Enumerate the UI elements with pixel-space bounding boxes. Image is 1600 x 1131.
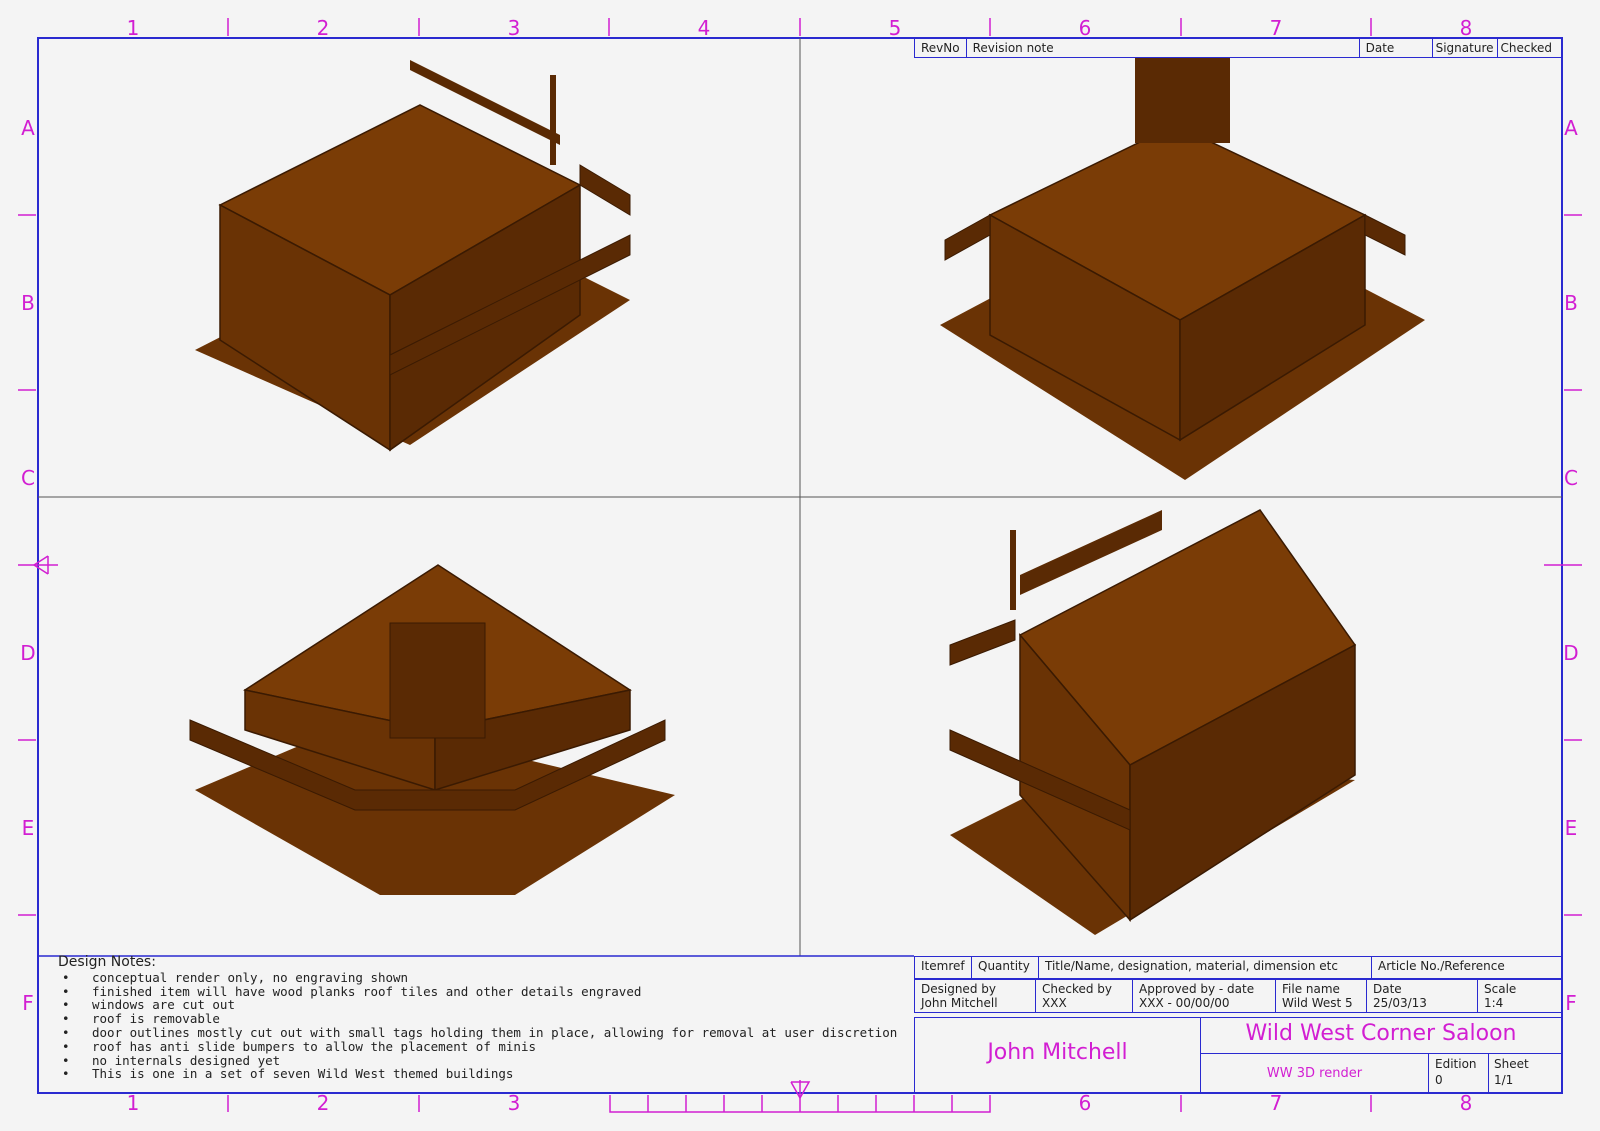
revision-table: RevNo Revision note Date Signature Check…	[914, 38, 1562, 58]
file-name-value: Wild West 5	[1282, 996, 1353, 1010]
zone-row-d-right: D	[1563, 641, 1579, 665]
zone-row-a-right: A	[1564, 116, 1578, 140]
zone-col-1-bottom: 1	[126, 1091, 140, 1115]
designed-by-value: John Mitchell	[921, 996, 998, 1010]
design-notes-heading: Design Notes:	[58, 954, 156, 970]
zone-row-f-right: F	[1565, 991, 1577, 1015]
author-name: John Mitchell	[987, 1040, 1128, 1065]
render-view-3	[189, 564, 675, 895]
design-note-item: This is one in a set of seven Wild West …	[62, 1067, 898, 1081]
title-block-meta: Designed by John Mitchell Checked by XXX…	[914, 979, 1562, 1013]
approved-by-cell: Approved by - date XXX - 00/00/00	[1132, 979, 1276, 1013]
checked-by-label: Checked by	[1042, 982, 1113, 996]
title-header: Title/Name, designation, material, dimen…	[1038, 956, 1372, 979]
checked-by-cell: Checked by XXX	[1035, 979, 1133, 1013]
designed-by-cell: Designed by John Mitchell	[914, 979, 1036, 1013]
zone-row-a: A	[21, 116, 35, 140]
zone-col-6: 6	[1078, 16, 1092, 40]
zone-col-7-bottom: 7	[1269, 1091, 1283, 1115]
render-view-4	[949, 509, 1357, 935]
design-notes: Design Notes: conceptual render only, no…	[58, 954, 898, 1081]
design-note-item: no internals designed yet	[62, 1053, 898, 1068]
drawing-subtitle: WW 3D render	[1266, 1066, 1363, 1081]
quantity-header: Quantity	[971, 956, 1039, 979]
zone-col-2-bottom: 2	[316, 1091, 330, 1115]
design-note-item: finished item will have wood planks roof…	[62, 984, 898, 999]
title-block-header: Itemref Quantity Title/Name, designation…	[914, 956, 1562, 979]
approved-by-value: XXX - 00/00/00	[1139, 996, 1230, 1010]
design-note-item: door outlines mostly cut out with small …	[62, 1026, 898, 1040]
rev-header-date: Date	[1358, 38, 1433, 58]
rev-header-note: Revision note	[965, 38, 1360, 58]
checked-by-value: XXX	[1042, 996, 1067, 1010]
zone-col-3-bottom: 3	[507, 1091, 521, 1115]
file-name-cell: File name Wild West 5	[1275, 979, 1367, 1013]
article-header: Article No./Reference	[1371, 956, 1562, 979]
itemref-header: Itemref	[914, 956, 972, 979]
render-view-2	[940, 38, 1425, 480]
render-view-1	[195, 60, 631, 452]
design-note-item: roof has anti slide bumpers to allow the…	[62, 1039, 898, 1054]
sheet-value: 1/1	[1494, 1073, 1514, 1087]
zone-row-e: E	[21, 816, 35, 840]
zone-row-b-right: B	[1564, 291, 1578, 315]
file-name-label: File name	[1282, 982, 1340, 996]
zone-col-2: 2	[316, 16, 330, 40]
scale-label: Scale	[1484, 982, 1517, 996]
edition-value: 0	[1435, 1073, 1443, 1087]
design-note-item: conceptual render only, no engraving sho…	[62, 970, 898, 985]
zone-row-c: C	[21, 466, 35, 490]
date-value: 25/03/13	[1373, 996, 1427, 1010]
design-notes-list: conceptual render only, no engraving sho…	[58, 970, 898, 1081]
zone-col-7: 7	[1269, 16, 1283, 40]
rev-header-revno: RevNo	[914, 38, 967, 58]
zone-col-5: 5	[888, 16, 902, 40]
rev-header-signature: Signature	[1431, 38, 1498, 58]
scale-value: 1:4	[1484, 996, 1504, 1010]
approved-by-label: Approved by - date	[1139, 982, 1255, 996]
design-note-item: roof is removable	[62, 1012, 898, 1026]
edition-label: Edition	[1435, 1057, 1477, 1071]
zone-row-b: B	[21, 291, 35, 315]
zone-col-3: 3	[507, 16, 521, 40]
zone-col-8-bottom: 8	[1459, 1091, 1473, 1115]
sheet-label: Sheet	[1494, 1057, 1529, 1071]
zone-col-4: 4	[697, 16, 711, 40]
date-label: Date	[1373, 982, 1402, 996]
zone-row-f: F	[22, 991, 34, 1015]
zone-col-8: 8	[1459, 16, 1473, 40]
scale-cell: Scale 1:4	[1477, 979, 1562, 1013]
drawing-title: Wild West Corner Saloon	[1245, 1021, 1517, 1046]
zone-col-6-bottom: 6	[1078, 1091, 1092, 1115]
rev-header-checked: Checked	[1496, 38, 1562, 58]
zone-col-1: 1	[126, 16, 140, 40]
design-note-item: windows are cut out	[62, 998, 898, 1012]
zone-row-d: D	[20, 641, 36, 665]
date-cell: Date 25/03/13	[1366, 979, 1478, 1013]
designed-by-label: Designed by	[921, 982, 996, 996]
zone-row-e-right: E	[1564, 816, 1578, 840]
zone-row-c-right: C	[1564, 466, 1578, 490]
